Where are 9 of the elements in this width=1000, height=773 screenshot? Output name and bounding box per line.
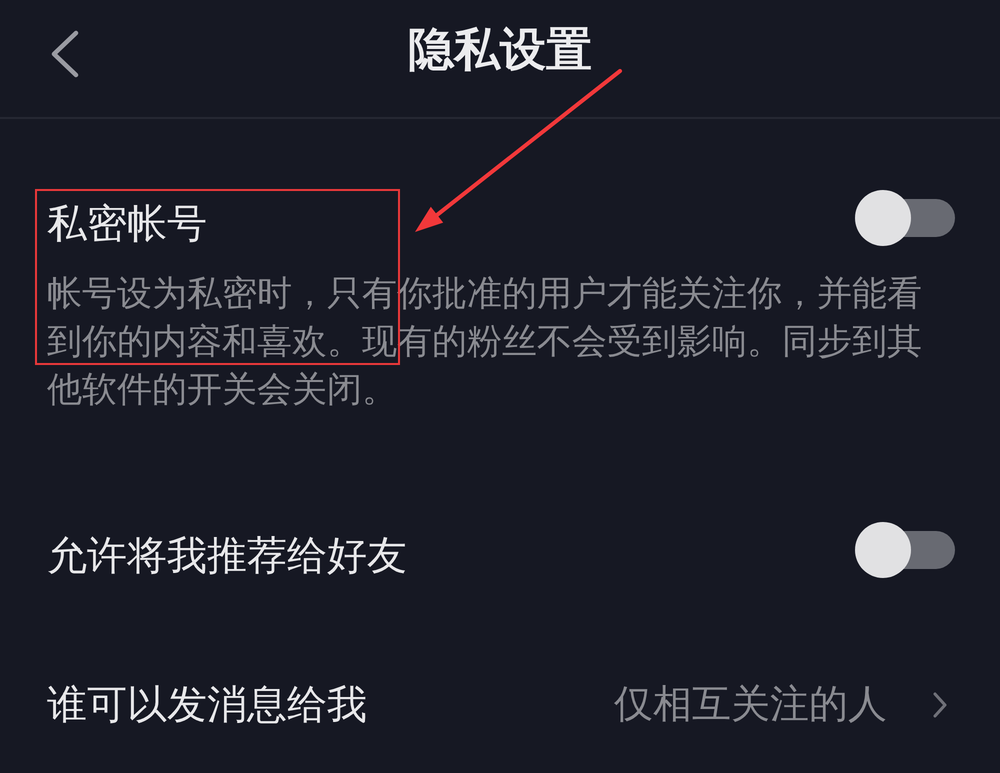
toggle-switch[interactable] — [855, 190, 955, 246]
setting-label: 允许将我推荐给好友 — [47, 532, 407, 580]
page-title: 隐私设置 — [408, 20, 592, 76]
toggle-switch[interactable] — [855, 522, 955, 578]
option-selector[interactable]: 仅相互关注的人 — [614, 681, 947, 729]
setting-label: 谁可以发消息给我 — [47, 681, 367, 729]
chevron-right-icon — [933, 692, 947, 718]
setting-label: 私密帐号 — [47, 200, 207, 248]
back-icon[interactable] — [50, 30, 80, 78]
